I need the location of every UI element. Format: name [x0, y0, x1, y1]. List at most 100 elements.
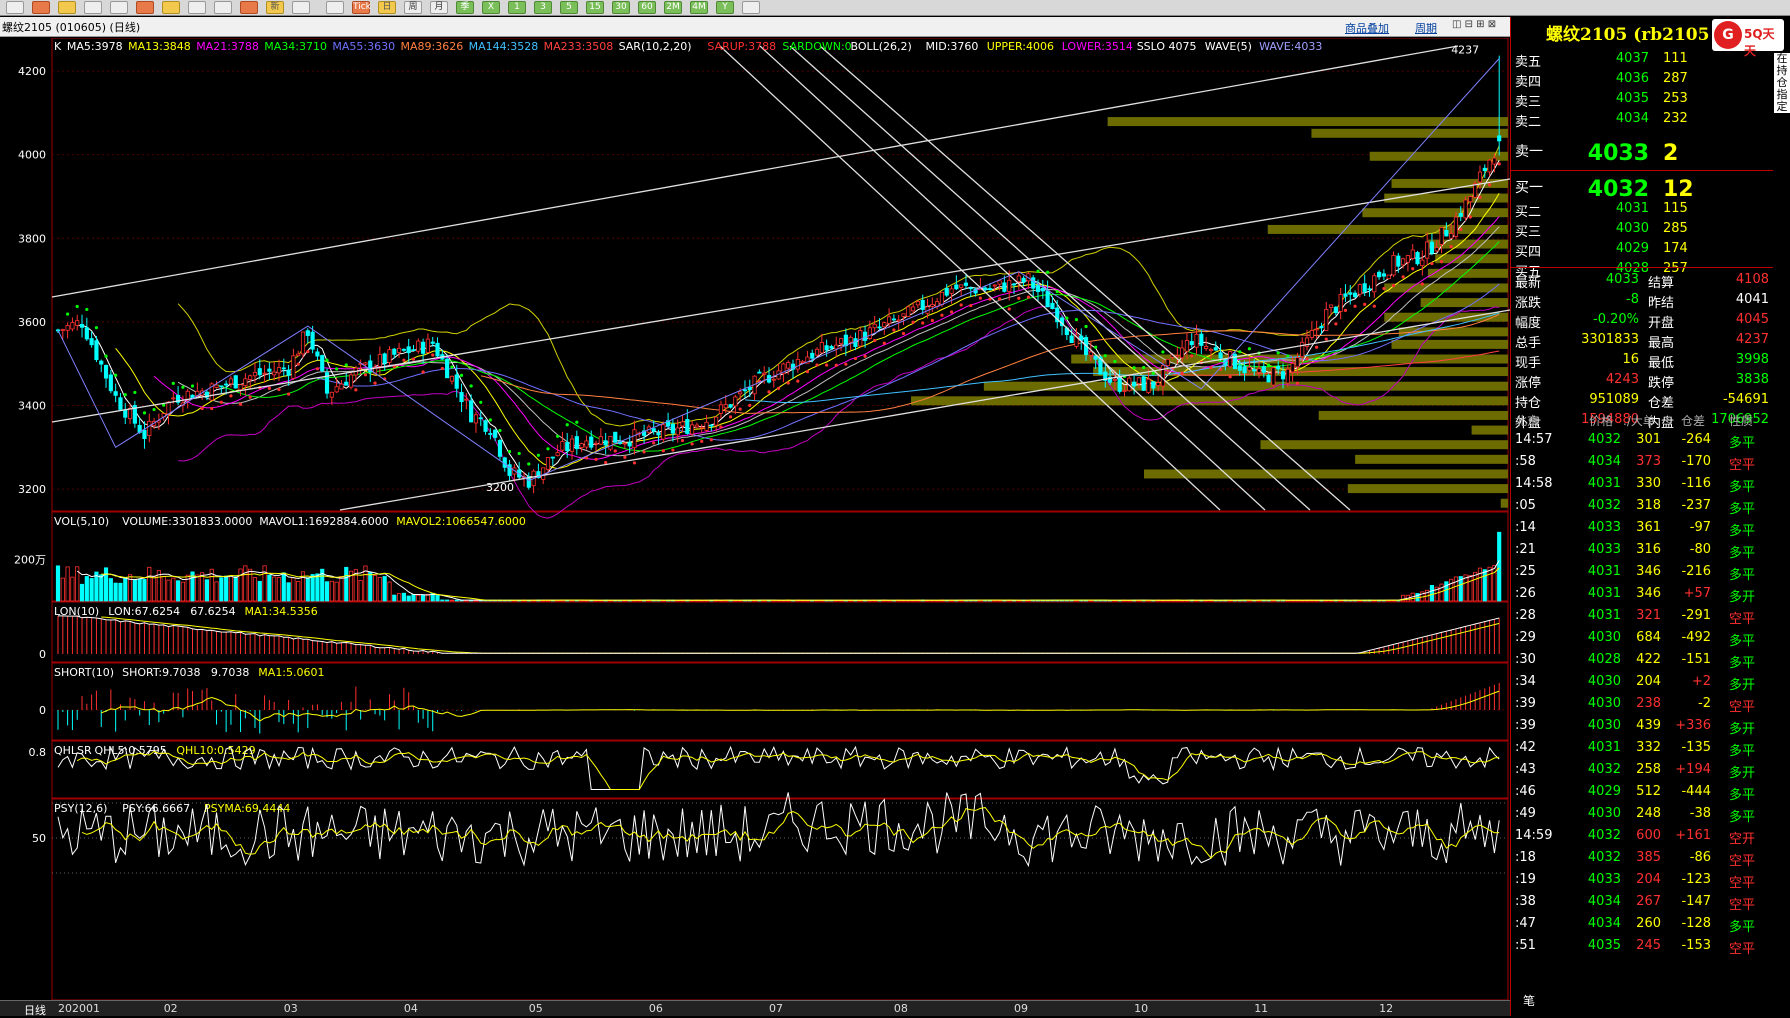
candle-body	[800, 360, 805, 363]
tick-row: :18 4032 385 -86 空平	[1511, 848, 1773, 870]
stats-separator	[1511, 267, 1773, 268]
toolbar-pen-icon[interactable]	[188, 1, 206, 14]
candle-body	[723, 404, 728, 409]
sar-dot	[892, 328, 896, 332]
toolbar-week-icon[interactable]: 周	[404, 1, 422, 14]
menu-compare[interactable]: 商品叠加	[1345, 20, 1389, 36]
toolbar-menu-icon[interactable]	[742, 1, 760, 14]
stat-label-2: 最高	[1648, 336, 1675, 351]
tick-oi-change: +57	[1683, 586, 1711, 601]
sar-dot	[930, 318, 934, 323]
tick-oi-change: -492	[1681, 630, 1711, 645]
toolbar-5-button[interactable]: 5	[560, 1, 578, 14]
sar-dot	[411, 357, 416, 361]
toolbar-back-icon[interactable]	[326, 1, 344, 14]
toolbar-tool-icon[interactable]	[240, 1, 258, 14]
volume-bar	[137, 578, 142, 602]
toolbar-pad-icon[interactable]	[58, 1, 76, 14]
tick-time: :51	[1515, 938, 1536, 953]
menu-period[interactable]: 周期	[1415, 20, 1437, 36]
candle-body	[680, 421, 685, 427]
candle-body	[1343, 293, 1348, 297]
toolbar-30-button[interactable]: 30	[612, 1, 630, 14]
toolbar-drop-icon[interactable]	[214, 1, 232, 14]
tick-type: 多开	[1729, 590, 1756, 605]
tick-header: 北京 价格 ./大单 仓差 性质	[1511, 410, 1773, 430]
tick-time: :39	[1515, 718, 1536, 733]
candle-body	[89, 338, 94, 346]
toolbar-search-icon[interactable]	[110, 1, 128, 14]
candle-body	[310, 331, 315, 350]
bottom-tab[interactable]: 笔	[1523, 992, 1535, 1009]
sar-dot	[1238, 350, 1242, 354]
toolbar-60-button[interactable]: 60	[638, 1, 656, 14]
candle-body	[1453, 216, 1459, 237]
sar-dot	[546, 447, 550, 451]
chart-area[interactable]: 4200 4000 3800 3600 3400 3200 4237 3200 K MA5:397…	[0, 38, 1510, 1000]
toolbar-month-icon[interactable]: 月	[430, 1, 448, 14]
window-buttons[interactable]: ◫ ⊟ ⊞ ⊠	[1452, 19, 1496, 30]
tick-price: 4030	[1587, 630, 1621, 645]
sar-dot	[85, 307, 89, 312]
price-tick-label: 3600	[18, 316, 46, 329]
toolbar-table-icon[interactable]	[292, 1, 310, 14]
sar-dot	[315, 367, 320, 371]
candle-body	[949, 288, 954, 294]
toolbar-x-button[interactable]: X	[482, 1, 500, 14]
candle-body	[1372, 275, 1377, 293]
volume-bar	[171, 577, 176, 602]
sar-dot	[949, 310, 954, 314]
volume-bar	[252, 577, 258, 602]
toolbar-2m-button[interactable]: 2M	[664, 1, 682, 14]
candle-body	[334, 386, 339, 393]
ask-price: 4036	[1615, 71, 1649, 86]
tick-price: 4030	[1587, 806, 1621, 821]
toolbar-quarter-icon[interactable]: 季	[456, 1, 474, 14]
indicator-short-2: 9.7038	[211, 666, 250, 679]
candle-body	[459, 392, 464, 403]
toolbar-15-button[interactable]: 15	[586, 1, 604, 14]
candle-body	[877, 326, 882, 329]
candle-body	[127, 407, 133, 420]
volume-bar	[257, 580, 262, 602]
volume-bar	[1497, 531, 1502, 602]
ma21-line	[153, 216, 1500, 460]
candle-body	[843, 334, 848, 347]
ma5-line	[77, 160, 1500, 479]
toolbar-new-icon[interactable]: 新	[266, 1, 284, 14]
candle-body	[742, 389, 748, 392]
toolbar-news-icon[interactable]	[162, 1, 180, 14]
tick-type: 空平	[1729, 898, 1756, 913]
candle-body	[1324, 309, 1329, 331]
candle-body	[906, 306, 911, 317]
toolbar-tick-icon[interactable]: Tick	[352, 1, 371, 14]
candle-body	[565, 442, 570, 452]
tick-price: 4034	[1587, 454, 1621, 469]
toolbar-list-icon[interactable]	[84, 1, 102, 14]
sar-dot	[997, 297, 1002, 301]
candle-body	[838, 338, 844, 344]
candle-body	[867, 327, 872, 339]
toolbar-zoom-icon[interactable]	[136, 1, 154, 14]
volume-bar	[65, 566, 70, 602]
candle-body	[1237, 365, 1242, 371]
candle-body	[1050, 302, 1055, 310]
toolbar-y-button[interactable]: Y	[716, 1, 734, 14]
toolbar-forward-icon[interactable]	[32, 1, 50, 14]
tick-volume: 204	[1636, 674, 1661, 689]
toolbar-4m-button[interactable]: 4M	[690, 1, 708, 14]
stat-label: 现手	[1515, 356, 1542, 371]
toolbar-home-icon[interactable]	[6, 1, 24, 14]
candle-body	[387, 349, 392, 363]
candle-body	[1088, 351, 1093, 356]
sar-dot	[1007, 307, 1011, 311]
tick-type: 空开	[1729, 832, 1756, 847]
toolbar-day-icon[interactable]: 日	[378, 1, 396, 14]
toolbar-1-button[interactable]: 1	[508, 1, 526, 14]
tick-oi-change: -264	[1681, 432, 1711, 447]
sar-dot	[1151, 371, 1155, 375]
toolbar-3-button[interactable]: 3	[534, 1, 552, 14]
candle-body	[911, 306, 916, 312]
candle-body	[1482, 167, 1487, 172]
indicator-main-16: SSLO 4075	[1137, 40, 1197, 53]
